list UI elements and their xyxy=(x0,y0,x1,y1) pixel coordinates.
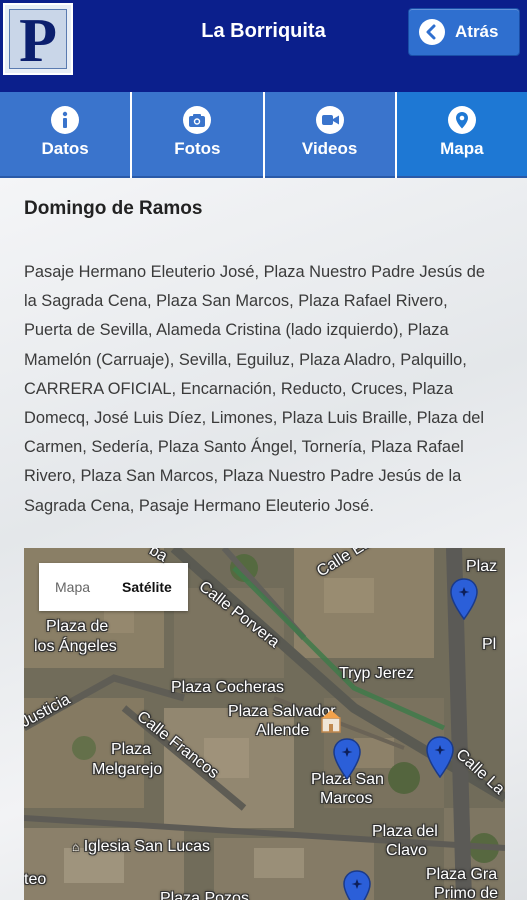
satellite-map[interactable]: Mapa Satélite ba Calle Porvera Calle Esc… xyxy=(24,548,505,900)
logo-letter: P xyxy=(19,7,57,75)
map-label: Plaza Pozos xyxy=(160,890,249,900)
map-label: Allende xyxy=(256,722,310,739)
map-label: los Ángeles xyxy=(34,638,117,655)
map-label: Plaz xyxy=(466,558,498,575)
map-label: Melgarejo xyxy=(92,761,163,778)
chevron-left-icon xyxy=(419,19,445,45)
map-marker-pin[interactable] xyxy=(332,738,362,780)
tab-label: Fotos xyxy=(174,139,221,158)
map-label: Marcos xyxy=(320,790,373,807)
video-icon xyxy=(315,106,344,134)
back-button[interactable]: Atrás xyxy=(408,8,520,56)
church-icon: ⌂ xyxy=(72,840,80,854)
map-label: Tryp Jerez xyxy=(339,665,414,682)
map-label: ⌂ Iglesia San Lucas xyxy=(72,838,210,856)
tab-label: Videos xyxy=(301,139,358,158)
back-button-label: Atrás xyxy=(455,22,499,41)
camera-icon xyxy=(183,106,212,134)
map-marker-icon xyxy=(447,106,476,134)
map-type-map-button[interactable]: Mapa xyxy=(39,563,106,611)
app-header: P La Borriquita Atrás xyxy=(0,0,527,92)
map-label: Pl xyxy=(482,636,497,653)
map-label: teo xyxy=(24,871,47,888)
tab-bar: Datos Fotos Videos Mapa xyxy=(0,92,527,178)
map-label-text: Iglesia San Lucas xyxy=(83,838,211,855)
tab-fotos[interactable]: Fotos xyxy=(132,92,263,178)
tab-videos[interactable]: Videos xyxy=(264,92,395,178)
brotherhood-logo: P xyxy=(3,3,73,75)
main-content: Domingo de Ramos Pasaje Hermano Eleuteri… xyxy=(0,178,527,900)
map-label: Primo de xyxy=(434,885,499,900)
map-label: Plaza del xyxy=(372,823,438,840)
tab-mapa[interactable]: Mapa xyxy=(396,92,527,178)
map-label: Plaza de xyxy=(46,618,109,635)
info-icon xyxy=(51,106,80,134)
section-title: Domingo de Ramos xyxy=(24,198,203,219)
map-marker-pin[interactable] xyxy=(425,736,455,778)
page-title: La Borriquita xyxy=(201,20,326,42)
map-type-control: Mapa Satélite xyxy=(39,563,188,611)
map-label: Plaza xyxy=(111,741,152,758)
map-type-satellite-button[interactable]: Satélite xyxy=(106,563,188,611)
tab-label: Mapa xyxy=(440,139,484,158)
map-label: Plaza Gra xyxy=(426,866,498,883)
map-marker-pin[interactable] xyxy=(449,578,479,620)
tab-label: Datos xyxy=(41,139,89,158)
logo-badge: P xyxy=(9,7,67,73)
landmark-icon xyxy=(321,710,341,733)
map-label: Plaza Cocheras xyxy=(171,679,284,696)
map-marker-pin[interactable] xyxy=(342,870,372,900)
map-label: Clavo xyxy=(386,842,427,859)
route-description: Pasaje Hermano Eleuterio José, Plaza Nue… xyxy=(24,263,486,515)
tab-datos[interactable]: Datos xyxy=(0,92,131,178)
